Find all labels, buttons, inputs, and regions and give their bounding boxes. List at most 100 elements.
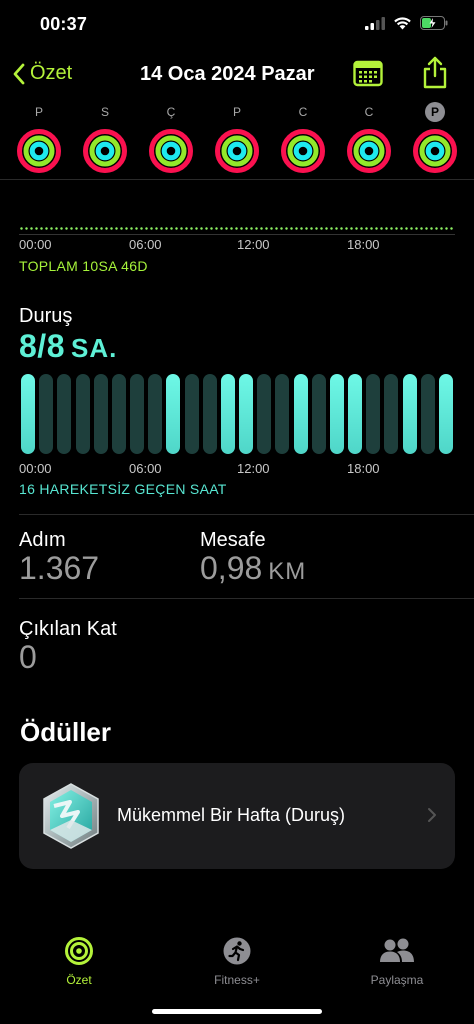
stand-hour-bar [366,374,381,454]
wifi-icon [394,17,411,30]
activity-rings-icon [347,129,391,173]
week-day[interactable]: P [16,100,62,174]
stand-hour-bar [21,374,36,454]
axis-tick-label: 18:00 [347,237,380,252]
back-button-label: Özet [30,62,73,84]
week-day[interactable]: C [346,100,392,174]
distance-value: 0,98 KM [200,550,306,587]
share-button[interactable] [422,56,448,95]
axis-tick-label: 06:00 [129,461,162,476]
stand-hour-bar [275,374,290,454]
axis-tick-label: 12:00 [237,461,270,476]
rings-icon [65,937,93,965]
week-day[interactable]: Ç [148,100,194,174]
stand-hour-bar [93,374,108,454]
stand-value: 8/8 SA. [19,328,117,365]
stand-axis-ticks: 00:00 06:00 12:00 18:00 [19,461,455,479]
stand-label: Duruş [19,305,73,327]
status-time: 00:37 [40,14,88,34]
stand-hour-bar [311,374,326,454]
steps-label: Adım [19,529,66,551]
status-bar: 00:37 [0,0,474,50]
week-day[interactable]: S [82,100,128,174]
floors-value: 0 [19,639,37,675]
stand-hour-bar [39,374,54,454]
stand-hour-bar [184,374,199,454]
awards-title: Ödüller [20,717,112,747]
back-button[interactable]: Özet [12,62,72,85]
week-strip: PSÇPCCP [0,100,474,180]
award-name: Mükemmel Bir Hafta (Duruş) [117,805,346,825]
activity-rings-icon [17,129,61,173]
activity-rings-icon [413,129,457,173]
share-icon [423,56,447,89]
axis-tick-label: 06:00 [129,237,162,252]
exercise-axis-line [19,234,455,235]
tab-label: Paylaşma [370,973,424,987]
calendar-icon [353,60,383,87]
page-title: 14 Oca 2024 Pazar [140,63,315,85]
tab-label: Özet [66,973,92,987]
axis-tick-label: 18:00 [347,461,380,476]
people-icon [380,938,414,962]
distance-number: 0,98 [200,550,263,586]
tab-sharing[interactable]: Paylaşma [360,936,434,987]
week-day-letter: P [34,105,43,119]
activity-rings-icon [281,129,325,173]
week-day-letter: P [232,105,241,119]
week-day[interactable]: P [412,100,458,174]
axis-tick-label: 00:00 [19,461,52,476]
stand-value-number: 8/8 [19,328,65,364]
award-card[interactable]: Mükemmel Bir Hafta (Duruş) [19,763,455,869]
exercise-minutes-dots [19,227,455,230]
cellular-signal-icon [365,16,385,30]
week-day[interactable]: P [214,100,260,174]
floors-label: Çıkılan Kat [19,618,117,640]
week-day-letter: S [100,105,109,119]
tab-fitness-plus[interactable]: Fitness+ [200,936,274,987]
stand-hour-bar [75,374,90,454]
week-day-letter: P [412,100,458,124]
stand-hour-bar [57,374,72,454]
chevron-right-icon [428,808,436,822]
axis-tick-label: 00:00 [19,237,52,252]
stand-idle-hours: 16 HAREKETSİZ GEÇEN SAAT [19,481,227,497]
activity-rings-icon [149,129,193,173]
stand-hour-bar [402,374,417,454]
stand-hour-bar [220,374,235,454]
nav-bar: Özet 14 Oca 2024 Pazar [0,52,474,98]
stand-hour-bar [293,374,308,454]
week-day-letter: Ç [166,105,176,119]
stand-hour-bar [202,374,217,454]
axis-tick-label: 12:00 [237,237,270,252]
chevron-left-icon [13,63,25,84]
week-day-letter: C [364,105,374,119]
stand-hour-bar [384,374,399,454]
calendar-button[interactable] [353,59,383,92]
exercise-axis-ticks: 00:00 06:00 12:00 18:00 [19,237,455,255]
week-day-letter: C [298,105,308,119]
tab-summary[interactable]: Özet [48,936,110,987]
stand-hour-bar [329,374,344,454]
tab-label: Fitness+ [214,973,260,987]
activity-rings-icon [215,129,259,173]
stand-value-unit: SA. [70,333,118,363]
week-day[interactable]: C [280,100,326,174]
stand-hour-bar [111,374,126,454]
home-indicator [152,1009,322,1014]
stand-hour-bar [348,374,363,454]
award-badge-icon [43,783,99,849]
distance-label: Mesafe [200,529,266,551]
stand-hour-bar [438,374,453,454]
distance-unit: KM [268,558,307,585]
divider [19,514,474,515]
stand-hours-chart [19,374,455,456]
steps-value: 1.367 [19,550,100,586]
divider [19,598,474,599]
stand-hour-bar [420,374,435,454]
status-icons [365,16,448,30]
stand-hour-bar [166,374,181,454]
stand-hour-bar [239,374,254,454]
stand-hour-bar [130,374,145,454]
exercise-total: TOPLAM 10SA 46D [19,258,148,274]
